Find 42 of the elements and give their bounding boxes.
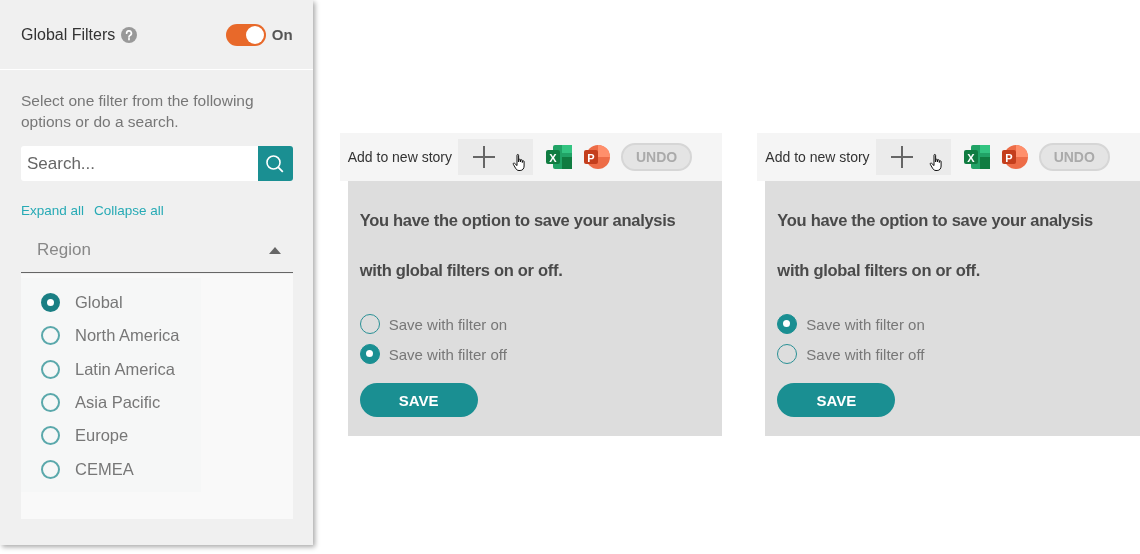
add-label: Add to new story	[347, 149, 452, 165]
search-button[interactable]	[257, 146, 293, 181]
plus-icon	[472, 145, 496, 169]
radio-button[interactable]	[41, 293, 60, 313]
add-label: Add to new story	[765, 149, 870, 165]
radio-button[interactable]	[41, 393, 60, 413]
option-label: Europe	[75, 426, 129, 446]
option-label: Global	[75, 293, 123, 313]
option-label: North America	[75, 326, 180, 346]
hand-cursor-icon	[511, 153, 528, 173]
radio-button[interactable]	[41, 359, 60, 379]
link[interactable]: Expand all	[21, 203, 85, 218]
toggle-switch[interactable]	[225, 23, 266, 46]
add-button[interactable]	[458, 139, 533, 175]
radio-button[interactable]	[41, 426, 60, 446]
instructions: Select one filter from the following options or do a search.	[21, 91, 255, 132]
option-label: Asia Pacific	[75, 393, 161, 413]
toggle-label: On	[271, 26, 293, 43]
search-icon	[265, 153, 286, 174]
help-icon[interactable]	[121, 26, 138, 43]
save-message: You have the option to save your analysis with global filters on or off.	[777, 210, 1094, 281]
save-message: You have the option to save your analysis with global filters on or off.	[359, 210, 677, 281]
radio-button[interactable]	[359, 344, 380, 364]
option-label: Save with filter on	[806, 315, 925, 333]
option-label: Save with filter on	[388, 315, 508, 333]
option-label: Save with filter off	[388, 345, 507, 363]
presentation-export-button[interactable]: P	[1000, 144, 1029, 170]
plus-icon	[889, 145, 914, 169]
option-label: Save with filter off	[806, 345, 925, 363]
radio-button[interactable]	[41, 326, 60, 346]
group-header[interactable]: Region	[21, 228, 293, 273]
radio-button[interactable]	[777, 314, 798, 334]
save-button[interactable]: SAVE	[777, 383, 896, 417]
panel-title: Global Filters	[21, 25, 116, 44]
add-button[interactable]	[875, 139, 951, 175]
search-field[interactable]: Search...	[21, 146, 258, 181]
presentation-export-button[interactable]: P	[583, 144, 611, 170]
radio-button[interactable]	[41, 459, 60, 479]
save-button[interactable]: SAVE	[359, 383, 478, 417]
link[interactable]: Collapse all	[94, 203, 164, 218]
option-label: Latin America	[75, 359, 175, 379]
option-label: CEMEA	[75, 459, 134, 479]
